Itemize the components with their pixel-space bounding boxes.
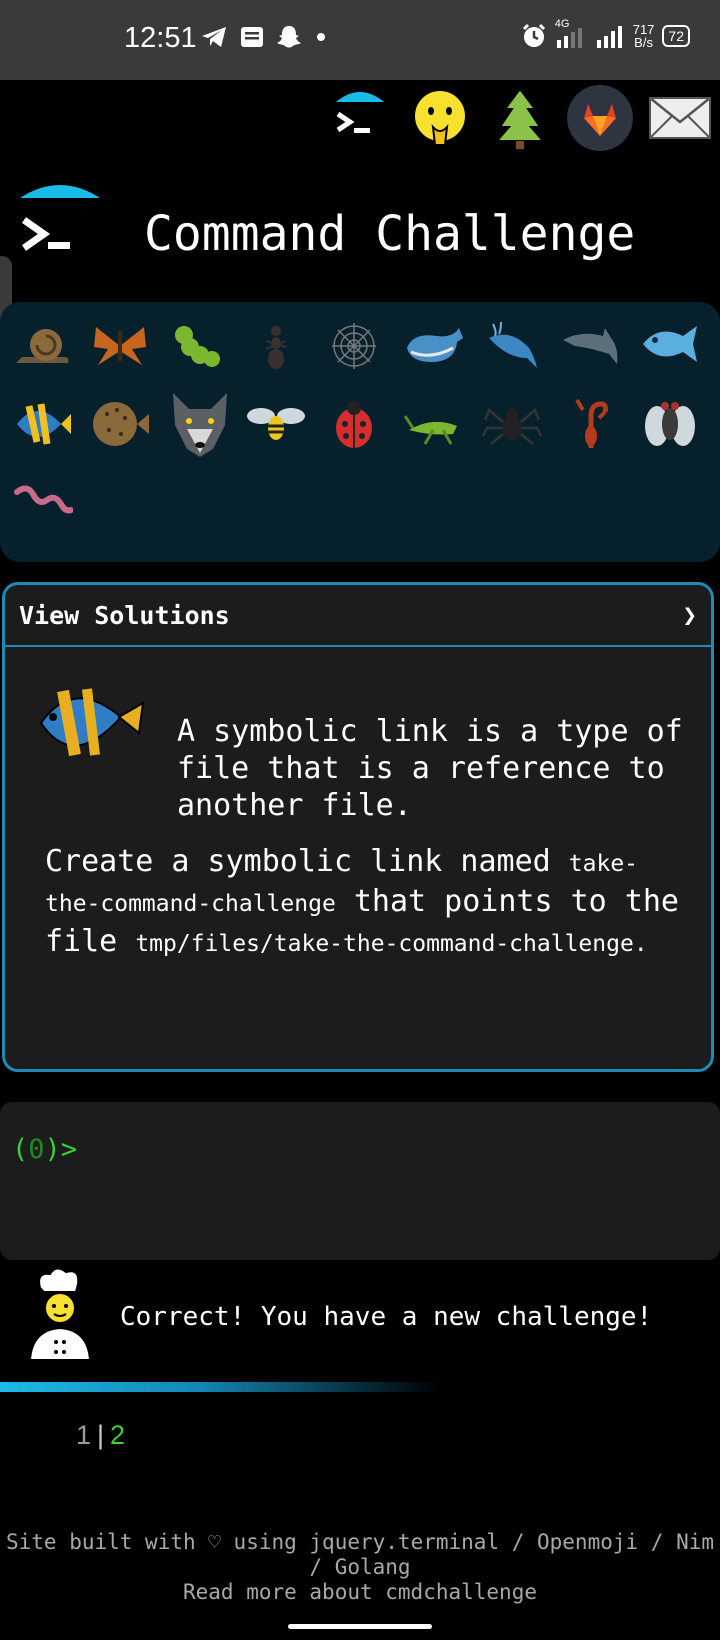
challenge-caterpillar[interactable]: [164, 312, 232, 380]
view-solutions-label: View Solutions: [19, 600, 230, 630]
network-speed: 717 B/s: [632, 22, 655, 50]
challenge-grid: [0, 302, 720, 562]
challenge-ant[interactable]: [242, 312, 310, 380]
challenge-bee[interactable]: [242, 390, 310, 458]
challenge-blowfish[interactable]: [86, 390, 154, 458]
challenge-fly[interactable]: [636, 390, 704, 458]
view-solutions-toggle[interactable]: View Solutions ❯: [5, 585, 711, 647]
spider-icon: [481, 407, 543, 445]
challenge-snail[interactable]: [8, 312, 76, 380]
shushing-face-icon: [413, 89, 467, 146]
spouting-whale-icon: [489, 321, 537, 368]
challenge-tropical-fish[interactable]: [8, 390, 76, 458]
challenge-whale[interactable]: [400, 310, 468, 378]
footer-read-more-link[interactable]: Read more about cmdchallenge: [0, 1580, 720, 1605]
challenge-cricket[interactable]: [400, 390, 468, 458]
target-path-code: tmp/files/take-the-command-challenge: [135, 931, 634, 957]
wolf-icon: [173, 393, 227, 457]
page-header: Command Challenge: [0, 178, 720, 288]
challenge-task: Create a symbolic link named take-the-co…: [45, 844, 679, 959]
terminal-logo-icon[interactable]: [18, 178, 102, 278]
signal-icon: [596, 26, 622, 48]
alarm-icon: [522, 23, 545, 47]
snail-icon: [16, 329, 69, 363]
gitlab-button[interactable]: [566, 84, 634, 152]
butterfly-icon: [94, 327, 146, 365]
status-bar: 12:51 4G 717 B/s 72: [0, 0, 720, 80]
news-icon: [241, 27, 263, 47]
cricket-icon: [403, 415, 457, 445]
tree-button[interactable]: [486, 84, 554, 152]
dolphin-icon: [563, 328, 618, 364]
battery-indicator: 72: [662, 25, 690, 47]
ladybug-icon: [336, 401, 372, 448]
challenge-card: View Solutions ❯ A symbolic link is a ty…: [2, 582, 714, 1072]
home-indicator[interactable]: [288, 1624, 432, 1629]
terminal-home-button[interactable]: [326, 84, 394, 152]
mail-button[interactable]: [646, 84, 714, 152]
telegram-icon: [202, 27, 226, 47]
challenge-worm[interactable]: [8, 470, 76, 538]
status-time: 12:51: [124, 22, 197, 54]
terminal-umbrella-icon: [336, 92, 384, 133]
page-1-link[interactable]: 1: [76, 1420, 91, 1450]
challenge-description: A symbolic link is a type of file that i…: [177, 714, 683, 823]
top-nav: [326, 84, 720, 152]
challenge-wolf[interactable]: [164, 386, 236, 462]
terminal-prompt: (0)>: [12, 1134, 78, 1165]
fly-icon: [645, 402, 695, 446]
tropical-fish-icon: [17, 403, 71, 445]
page-title: Command Challenge: [144, 206, 636, 262]
chef-icon: [28, 1267, 92, 1361]
tree-icon: [495, 87, 545, 149]
gitlab-icon: [567, 85, 633, 151]
footer-credits[interactable]: Site built with ♡ using jquery.terminal …: [0, 1530, 720, 1580]
pagination: 1 | 2: [76, 1420, 126, 1450]
challenge-spouting-whale[interactable]: [478, 310, 546, 378]
tropical-fish-icon: [39, 688, 145, 757]
ant-icon: [265, 326, 287, 369]
spider-web-icon: [332, 323, 376, 369]
challenge-ladybug[interactable]: [320, 390, 388, 458]
site-footer: Site built with ♡ using jquery.terminal …: [0, 1530, 720, 1605]
scorpion-icon: [575, 398, 608, 448]
mail-icon: [649, 97, 711, 139]
chevron-right-icon: ❯: [682, 601, 697, 629]
success-message: Correct! You have a new challenge!: [120, 1302, 653, 1332]
challenge-spider[interactable]: [478, 390, 546, 458]
whale-icon: [407, 328, 463, 362]
fish-icon: [643, 326, 697, 362]
shush-face-button[interactable]: [406, 84, 474, 152]
challenge-scorpion[interactable]: [558, 390, 626, 458]
dot-icon: [317, 33, 325, 41]
signal-4g-icon: 4G: [555, 18, 587, 50]
challenge-spider-web[interactable]: [320, 312, 388, 380]
challenge-dolphin[interactable]: [558, 310, 626, 378]
snapchat-icon: [277, 26, 301, 48]
bee-icon: [247, 408, 305, 440]
challenge-fish[interactable]: [636, 310, 704, 378]
caterpillar-icon: [175, 326, 220, 367]
terminal-input-area[interactable]: (0)>: [0, 1102, 720, 1260]
challenge-butterfly[interactable]: [86, 312, 154, 380]
worm-icon: [14, 485, 73, 514]
page-2-link[interactable]: 2: [110, 1420, 125, 1450]
blowfish-icon: [93, 402, 149, 446]
progress-bar: [0, 1382, 440, 1392]
